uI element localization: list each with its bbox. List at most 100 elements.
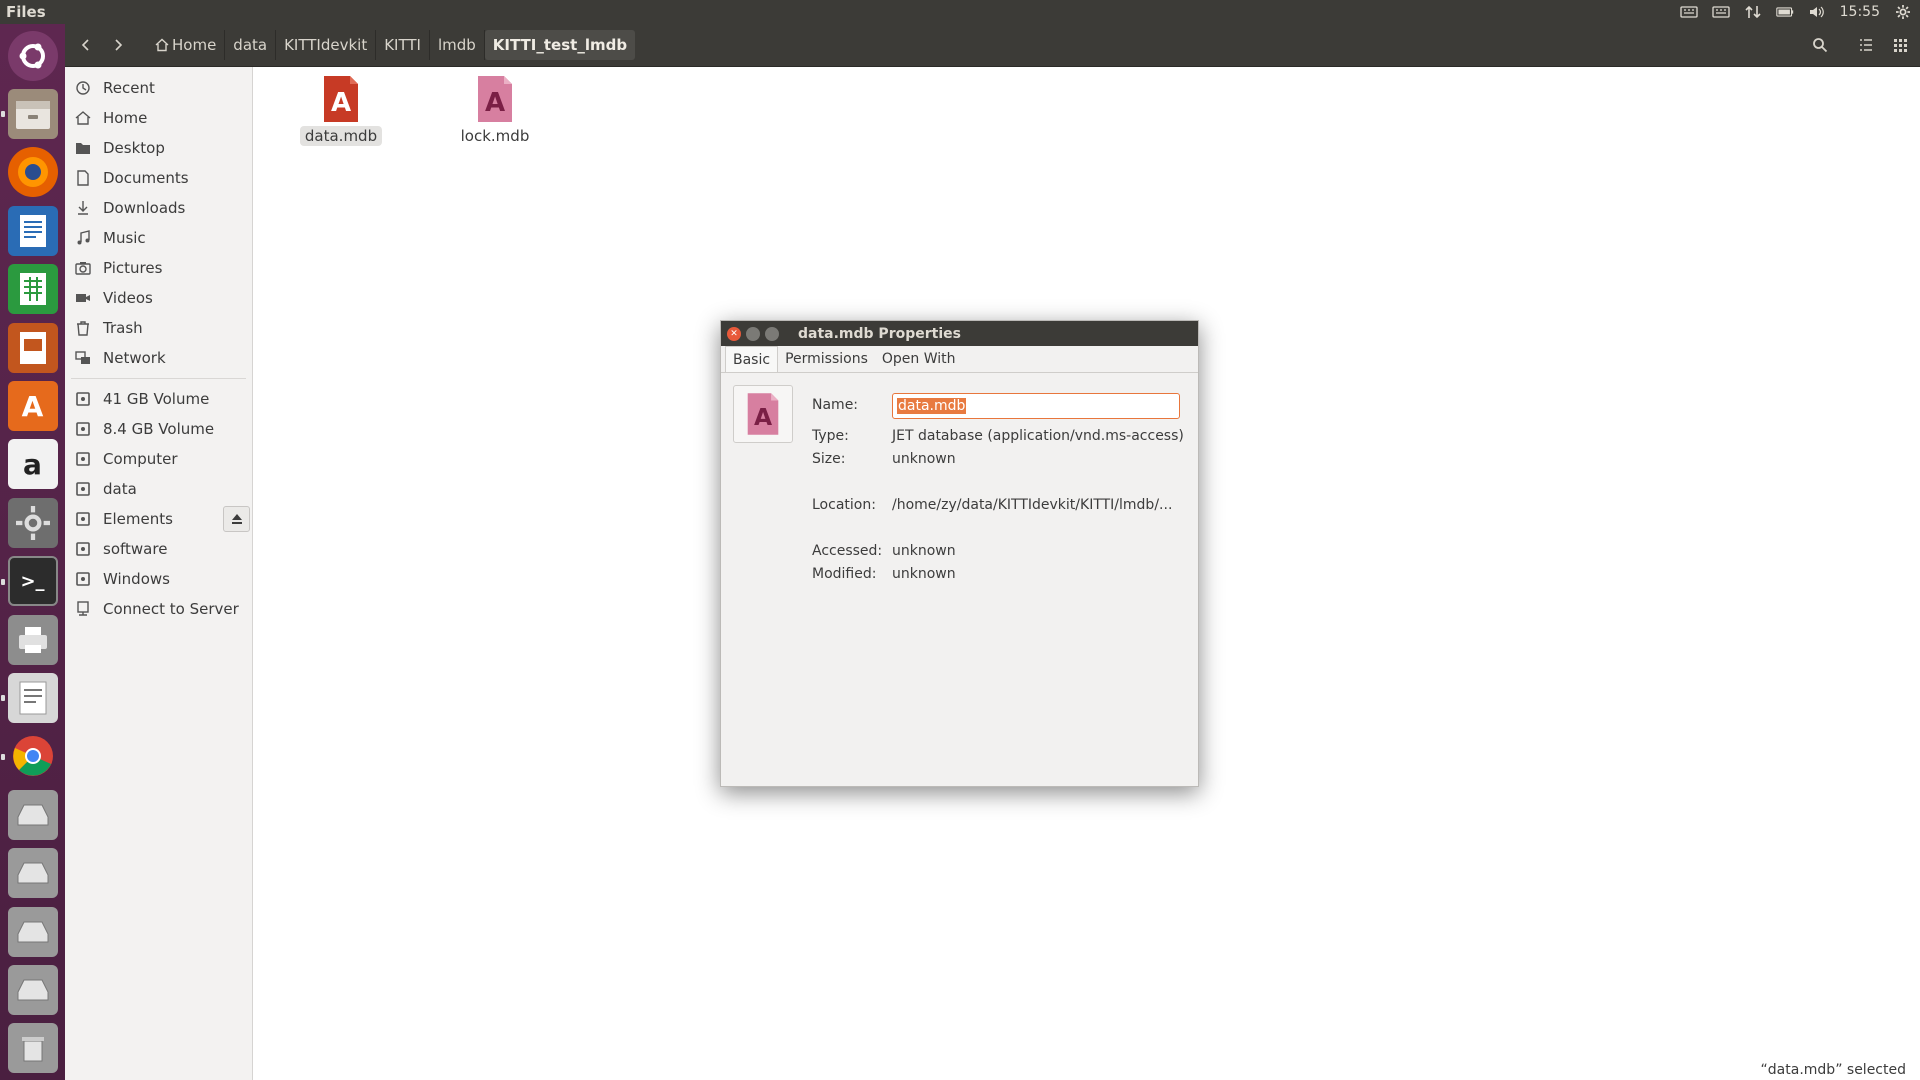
network-updown-icon[interactable] xyxy=(1744,5,1762,19)
breadcrumb: Home data KITTIdevkit KITTI lmdb KITTI_t… xyxy=(147,30,636,60)
keyboard-icon[interactable] xyxy=(1679,5,1698,19)
svg-text:A: A xyxy=(331,88,351,118)
files-icon[interactable] xyxy=(0,87,60,140)
type-row: Type: JET database (application/vnd.ms-a… xyxy=(812,428,1184,444)
drive-icon[interactable] xyxy=(6,963,60,1016)
drive-icon[interactable] xyxy=(6,905,60,958)
back-button[interactable] xyxy=(71,30,101,60)
sidebar-item-pictures[interactable]: Pictures xyxy=(65,253,252,283)
sidebar-item-recent[interactable]: Recent xyxy=(65,73,252,103)
crumb-home[interactable]: Home xyxy=(147,30,226,60)
crumb-data[interactable]: data xyxy=(225,30,277,60)
dialog-titlebar: ✕ data.mdb Properties xyxy=(721,321,1198,346)
crumb-kitti[interactable]: KITTI xyxy=(376,30,430,60)
file-item[interactable]: A data.mdb xyxy=(296,75,386,146)
tab-open-with[interactable]: Open With xyxy=(875,346,963,372)
sidebar-separator xyxy=(71,378,246,379)
sidebar-item-software[interactable]: software xyxy=(65,534,252,564)
status-text: “data.mdb” selected xyxy=(1760,1062,1906,1078)
properties-dialog: ✕ data.mdb Properties Basic Permissions … xyxy=(720,320,1199,787)
sidebar-item-windows[interactable]: Windows xyxy=(65,564,252,594)
trash-icon[interactable] xyxy=(6,1022,60,1075)
sidebar-item-elements[interactable]: Elements xyxy=(65,504,252,534)
drive-icon xyxy=(75,421,91,437)
amazon-icon[interactable]: a xyxy=(6,438,60,491)
sidebar-item-desktop[interactable]: Desktop xyxy=(65,133,252,163)
indicator-area: 15:55 xyxy=(1679,4,1920,20)
dialog-title: data.mdb Properties xyxy=(798,325,961,342)
sidebar-item-8gb-volume[interactable]: 8.4 GB Volume xyxy=(65,414,252,444)
writer-icon[interactable] xyxy=(6,204,60,257)
size-value: unknown xyxy=(892,451,956,467)
crumb-kitti-test-lmdb[interactable]: KITTI_test_lmdb xyxy=(484,30,636,60)
location-label: Location: xyxy=(812,497,876,513)
music-icon xyxy=(75,230,91,246)
firefox-icon[interactable] xyxy=(6,146,60,199)
search-button[interactable] xyxy=(1806,31,1834,59)
sidebar: Recent Home Desktop Documents Downloads … xyxy=(65,67,253,1080)
battery-icon[interactable] xyxy=(1775,5,1794,19)
chrome-icon[interactable] xyxy=(0,730,60,783)
crumb-kittidevkit[interactable]: KITTIdevkit xyxy=(276,30,377,60)
sidebar-item-data[interactable]: data xyxy=(65,474,252,504)
server-icon xyxy=(75,601,91,617)
drive-icon xyxy=(75,571,91,587)
drive-icon xyxy=(75,391,91,407)
gear-icon[interactable] xyxy=(1894,5,1912,19)
close-button[interactable]: ✕ xyxy=(727,326,741,341)
sidebar-item-music[interactable]: Music xyxy=(65,223,252,253)
sidebar-item-videos[interactable]: Videos xyxy=(65,283,252,313)
chevron-left-icon xyxy=(81,39,89,51)
crumb-lmdb[interactable]: lmdb xyxy=(430,30,485,60)
tab-basic[interactable]: Basic xyxy=(725,346,779,372)
sidebar-item-trash[interactable]: Trash xyxy=(65,313,252,343)
eject-button[interactable] xyxy=(223,506,250,532)
modified-label: Modified: xyxy=(812,566,877,582)
drive-icon[interactable] xyxy=(6,846,60,899)
drive-icon xyxy=(75,451,91,467)
sidebar-item-network[interactable]: Network xyxy=(65,343,252,373)
file-item[interactable]: A lock.mdb xyxy=(450,75,540,146)
sidebar-item-downloads[interactable]: Downloads xyxy=(65,193,252,223)
calc-icon[interactable] xyxy=(6,263,60,316)
software-center-icon[interactable]: A xyxy=(6,379,60,432)
access-database-icon: A xyxy=(747,393,779,435)
terminal-icon[interactable]: >_ xyxy=(0,555,60,608)
download-icon xyxy=(75,200,91,216)
sidebar-item-documents[interactable]: Documents xyxy=(65,163,252,193)
sidebar-item-computer[interactable]: Computer xyxy=(65,444,252,474)
impress-icon[interactable] xyxy=(6,321,60,374)
tab-permissions[interactable]: Permissions xyxy=(778,346,875,372)
size-row: Size: unknown xyxy=(812,451,956,467)
files-toolbar: Home data KITTIdevkit KITTI lmdb KITTI_t… xyxy=(65,24,1920,67)
type-label: Type: xyxy=(812,428,849,444)
sidebar-item-41gb-volume[interactable]: 41 GB Volume xyxy=(65,384,252,414)
sidebar-item-connect-to-server[interactable]: Connect to Server xyxy=(65,594,252,624)
system-settings-icon[interactable] xyxy=(6,496,60,549)
drive-icon xyxy=(75,541,91,557)
text-editor-icon[interactable] xyxy=(0,671,60,724)
grid-view-button[interactable] xyxy=(1886,31,1914,59)
camera-icon xyxy=(75,260,91,276)
drive-icon xyxy=(75,481,91,497)
keyboard-layout-icon[interactable] xyxy=(1711,5,1730,19)
clock[interactable]: 15:55 xyxy=(1840,4,1880,20)
volume-icon[interactable] xyxy=(1808,5,1826,19)
file-icon-button[interactable]: A xyxy=(733,385,793,443)
file-name: data.mdb xyxy=(299,126,383,146)
ubuntu-dash-icon[interactable] xyxy=(6,29,60,82)
chevron-right-icon xyxy=(115,39,123,51)
name-row: Name: xyxy=(812,397,892,413)
type-value: JET database (application/vnd.ms-access) xyxy=(892,428,1184,444)
name-field[interactable]: data.mdb xyxy=(892,393,1180,419)
list-view-button[interactable] xyxy=(1852,31,1880,59)
maximize-button[interactable] xyxy=(765,326,779,341)
printer-icon[interactable] xyxy=(6,613,60,666)
drive-icon[interactable] xyxy=(6,788,60,841)
access-database-icon: A xyxy=(324,76,358,122)
forward-button[interactable] xyxy=(103,30,133,60)
location-value[interactable]: /home/zy/data/KITTIdevkit/KITTI/lmdb/... xyxy=(892,497,1172,513)
svg-text:A: A xyxy=(754,403,772,431)
minimize-button[interactable] xyxy=(746,326,760,341)
sidebar-item-home[interactable]: Home xyxy=(65,103,252,133)
